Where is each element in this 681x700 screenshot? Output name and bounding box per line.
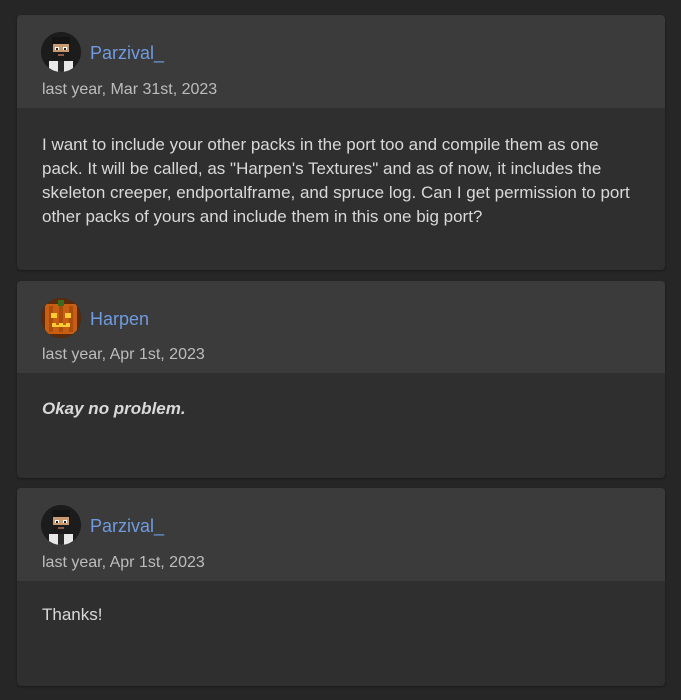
comment-thread: Parzival_ last year, Mar 31st, 2023 I wa…: [0, 0, 681, 700]
author-name[interactable]: Parzival_: [90, 516, 164, 537]
comment-card: Parzival_ last year, Mar 31st, 2023 I wa…: [17, 15, 665, 270]
comment-header: Parzival_ last year, Apr 1st, 2023: [17, 488, 665, 581]
comment-body: Okay no problem.: [42, 399, 186, 418]
comment-timestamp: last year, Apr 1st, 2023: [42, 346, 205, 363]
comment-card: Harpen last year, Apr 1st, 2023 Okay no …: [17, 281, 665, 478]
comment-card: Parzival_ last year, Apr 1st, 2023 Thank…: [17, 488, 665, 686]
author-row: Parzival_: [41, 505, 164, 545]
author-name[interactable]: Parzival_: [90, 43, 164, 64]
author-row: Parzival_: [41, 32, 164, 72]
comment-header: Parzival_ last year, Mar 31st, 2023: [17, 15, 665, 108]
pumpkin-avatar-icon[interactable]: [41, 298, 81, 338]
comment-timestamp: last year, Apr 1st, 2023: [42, 554, 205, 571]
comment-header: Harpen last year, Apr 1st, 2023: [17, 281, 665, 373]
author-name[interactable]: Harpen: [90, 309, 149, 330]
comment-timestamp: last year, Mar 31st, 2023: [42, 81, 218, 98]
bearded-man-avatar-icon[interactable]: [41, 505, 81, 545]
comment-body: Thanks!: [42, 605, 103, 624]
author-row: Harpen: [41, 298, 149, 338]
bearded-man-avatar-icon[interactable]: [41, 32, 81, 72]
comment-body: I want to include your other packs in th…: [42, 135, 630, 226]
